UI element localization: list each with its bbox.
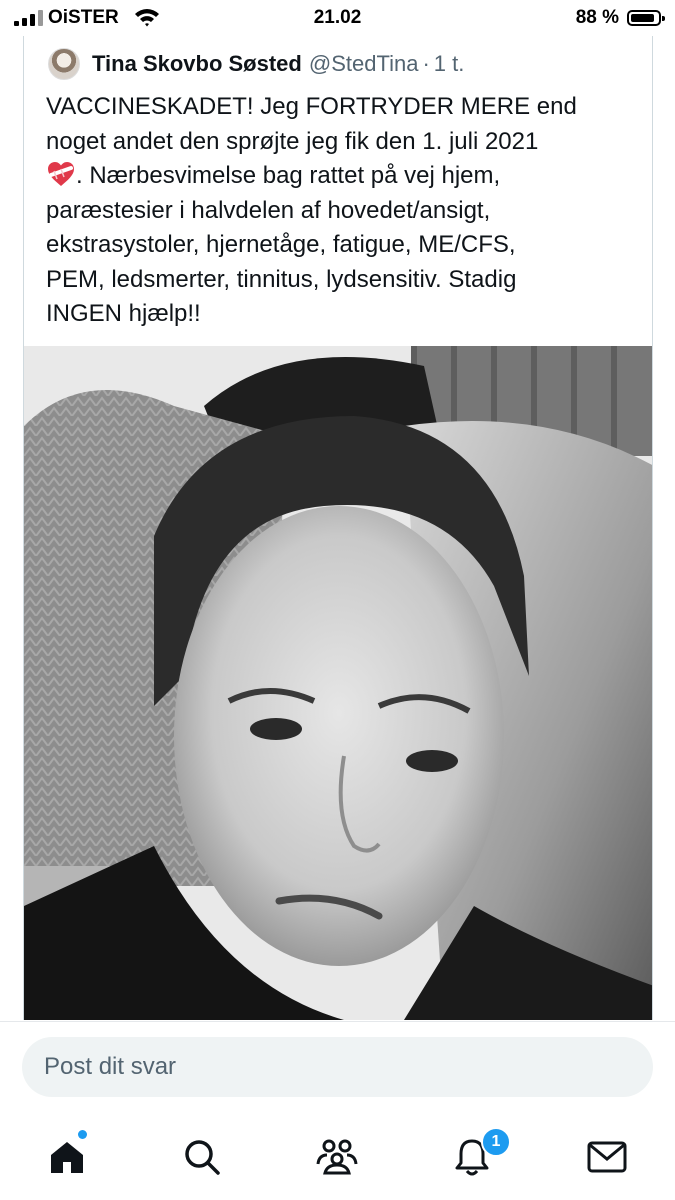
- author-handle[interactable]: @StedTina: [309, 51, 419, 77]
- reply-input[interactable]: [44, 1037, 624, 1097]
- author-avatar[interactable]: [48, 48, 80, 80]
- post-photo[interactable]: [24, 346, 652, 1020]
- home-icon: [51, 1142, 83, 1173]
- communities-icon: [316, 1139, 358, 1175]
- status-time: 21.02: [313, 7, 362, 28]
- status-bar: OiSTER 21.02 88 %: [0, 0, 675, 36]
- battery-icon: [627, 10, 665, 26]
- post-text-line: INGEN hjælp!!: [46, 300, 201, 327]
- home-new-dot: [78, 1130, 87, 1139]
- author-name[interactable]: Tina Skovbo Søsted: [92, 51, 302, 77]
- post-text-line: noget andet den sprøjte jeg fik den 1. j…: [46, 127, 539, 155]
- post-text-line: paræstesier i halvdelen af hovedet/ansig…: [46, 196, 491, 224]
- nav-messages-button[interactable]: [582, 1132, 632, 1182]
- notifications-badge: 1: [481, 1127, 511, 1157]
- mending-heart-icon: [48, 162, 74, 186]
- nav-search-button[interactable]: [177, 1132, 227, 1182]
- reply-divider: [0, 1021, 675, 1022]
- post-time: 1 t.: [433, 51, 465, 76]
- header-separator: ·: [422, 51, 430, 76]
- nav-communities-button[interactable]: [312, 1132, 362, 1182]
- reply-box[interactable]: [22, 1037, 653, 1097]
- photo-image: [24, 346, 652, 1020]
- search-icon: [185, 1140, 220, 1175]
- nav-home-button[interactable]: [42, 1130, 92, 1182]
- battery-percent: 88 %: [575, 7, 619, 28]
- post-text-line: ekstrasystoler, hjernetåge, fatigue, ME/…: [46, 231, 516, 258]
- post-text-line: PEM, ledsmerter, tinnitus, lydsensitiv. …: [46, 265, 517, 293]
- post-text-line: VACCINESKADET! Jeg FORTRYDER MERE end: [46, 93, 577, 120]
- bottom-nav: 1: [0, 1110, 675, 1200]
- messages-icon: [587, 1141, 627, 1173]
- post-text-line: . Nærbesvimelse bag rattet på vej hjem,: [76, 162, 501, 189]
- quoted-post-card[interactable]: Tina Skovbo Søsted @StedTina · 1 t. VACC…: [23, 36, 653, 1020]
- post-text: VACCINESKADET! Jeg FORTRYDER MERE end no…: [46, 90, 646, 332]
- quoted-post-header: Tina Skovbo Søsted @StedTina · 1 t.: [48, 46, 464, 82]
